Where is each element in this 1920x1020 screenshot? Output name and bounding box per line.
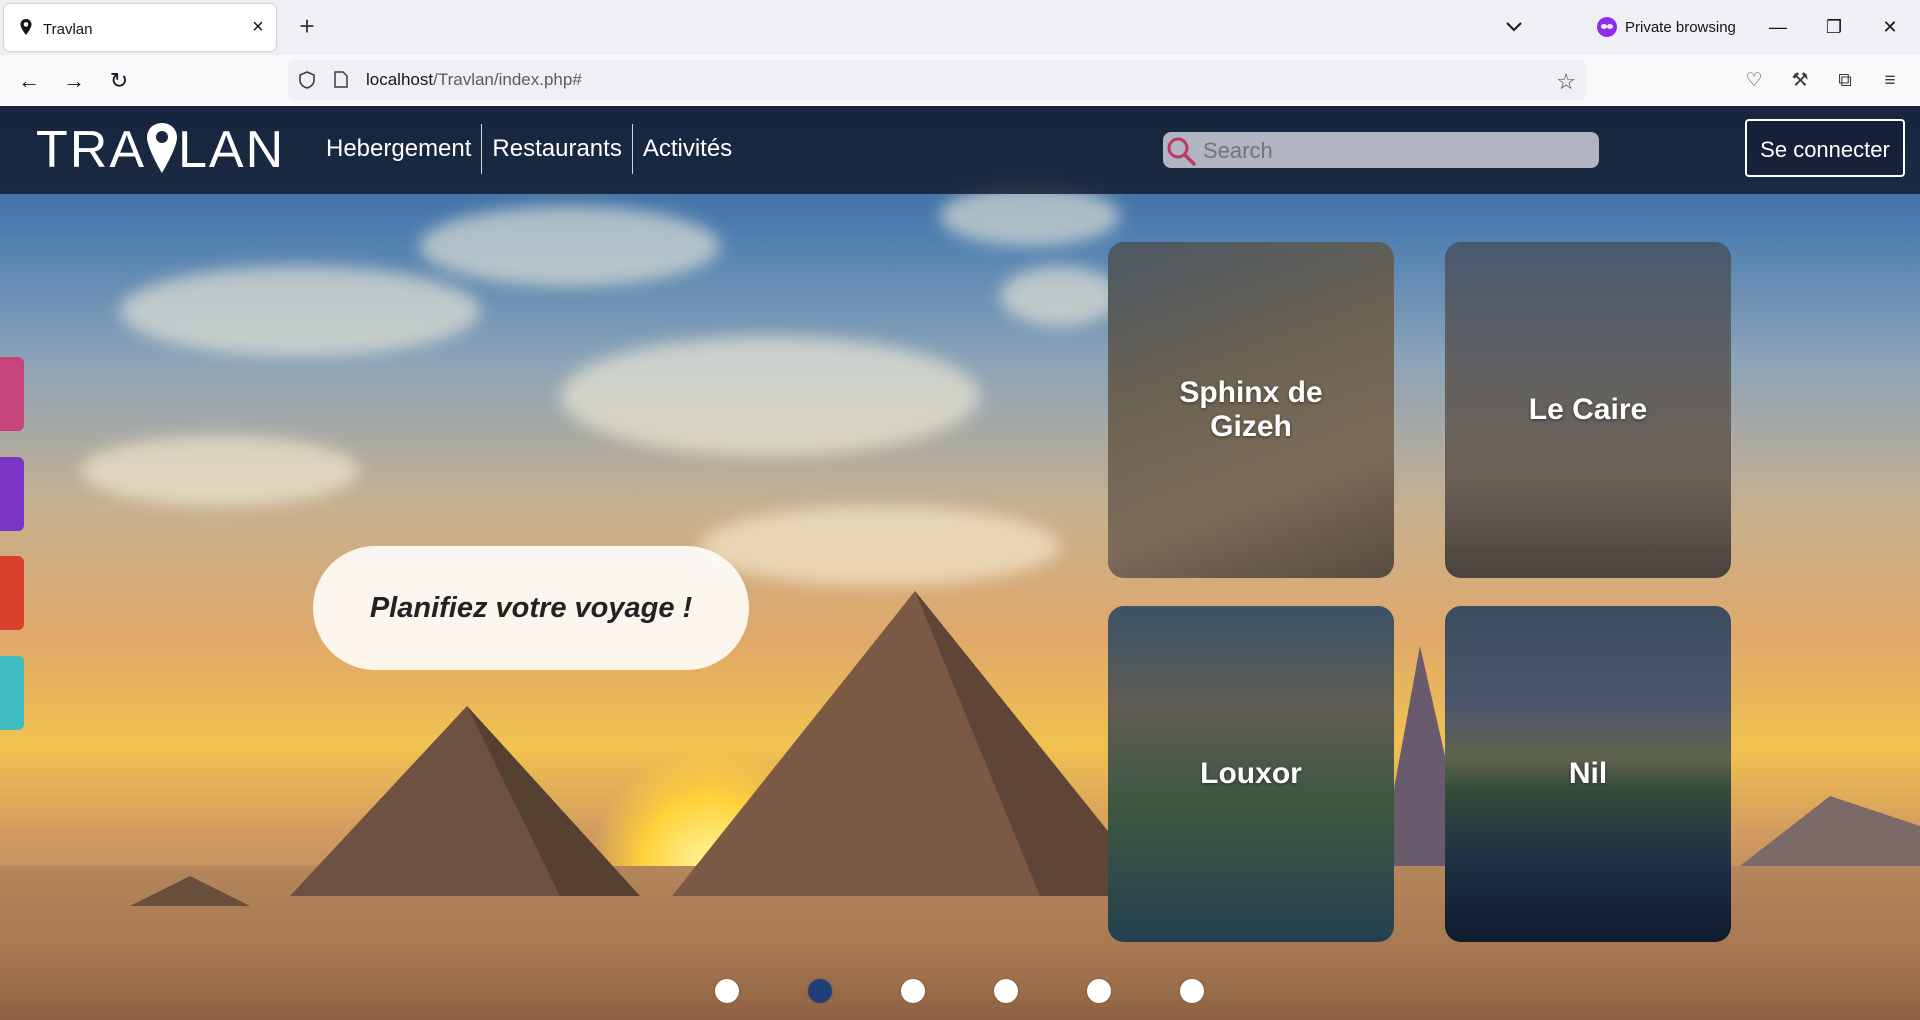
site-search	[1163, 132, 1599, 168]
logo-text-right: LAN	[178, 121, 286, 179]
shield-icon[interactable]	[298, 71, 316, 89]
nav-restaurants[interactable]: Restaurants	[482, 124, 631, 174]
url-path: /Travlan/index.php#	[433, 70, 582, 89]
new-tab-button[interactable]: +	[294, 13, 320, 40]
slider-dots	[0, 979, 1920, 1003]
url-host: localhost	[366, 70, 434, 89]
side-tab-pink[interactable]	[0, 357, 24, 431]
hamburger-menu-icon[interactable]: ≡	[1877, 68, 1903, 94]
private-mask-icon	[1597, 17, 1617, 37]
bookmark-star-icon[interactable]: ☆	[1556, 69, 1576, 95]
main-nav: Hebergement Restaurants Activités	[316, 124, 742, 174]
url-text[interactable]: localhost/Travlan/index.php#	[366, 70, 582, 90]
slider-dot-3[interactable]	[901, 979, 925, 1003]
plan-trip-button[interactable]: Planifiez votre voyage !	[313, 546, 749, 670]
slider-dot-5[interactable]	[1087, 979, 1111, 1003]
browser-nav-bar: ← → ↻ localhost/Travlan/index.php# ☆ ♡ ⚒…	[0, 55, 1920, 107]
side-tab-red[interactable]	[0, 556, 24, 630]
destination-card-louxor[interactable]: Louxor	[1108, 606, 1394, 942]
card-label: Nil	[1568, 757, 1608, 790]
card-label: Le Caire	[1528, 393, 1648, 426]
side-tab-teal[interactable]	[0, 656, 24, 730]
window-close-icon[interactable]: ✕	[1877, 14, 1903, 40]
address-bar[interactable]: localhost/Travlan/index.php# ☆	[288, 60, 1586, 100]
card-label: Sphinx de Gizeh	[1179, 376, 1323, 443]
logo-pin-icon	[147, 123, 177, 173]
restore-icon[interactable]: ❐	[1821, 14, 1847, 40]
search-icon[interactable]	[1165, 135, 1197, 167]
login-button[interactable]: Se connecter	[1745, 119, 1905, 177]
search-input[interactable]	[1201, 137, 1595, 165]
page-icon[interactable]	[334, 71, 348, 88]
slider-dot-4[interactable]	[994, 979, 1018, 1003]
travlan-logo[interactable]: TRA LAN	[36, 120, 285, 180]
private-browsing-label: Private browsing	[1625, 18, 1736, 36]
slider-dot-2[interactable]	[808, 979, 832, 1003]
reload-icon[interactable]: ↻	[106, 68, 132, 94]
logo-text-left: TRA	[36, 121, 146, 179]
side-tab-purple[interactable]	[0, 457, 24, 531]
slider-dot-6[interactable]	[1180, 979, 1204, 1003]
chevron-down-icon[interactable]	[1504, 16, 1524, 36]
tab-title: Travlan	[43, 21, 93, 38]
forward-arrow-icon[interactable]: →	[61, 68, 87, 94]
destination-card-le-caire[interactable]: Le Caire	[1445, 242, 1731, 578]
nav-hebergement[interactable]: Hebergement	[316, 124, 481, 174]
back-arrow-icon[interactable]: ←	[16, 68, 42, 94]
travlan-page: TRA LAN Hebergement Restaurants Activités…	[0, 106, 1920, 1020]
destination-card-nil[interactable]: Nil	[1445, 606, 1731, 942]
browser-tab-bar: Travlan × + Private browsing — ❐ ✕	[0, 0, 1920, 55]
browser-tab[interactable]: Travlan ×	[4, 4, 276, 51]
wrench-icon[interactable]: ⚒	[1787, 68, 1813, 94]
site-header: TRA LAN Hebergement Restaurants Activités…	[0, 106, 1920, 194]
card-label: Louxor	[1200, 757, 1302, 790]
slider-dot-1[interactable]	[715, 979, 739, 1003]
pocket-icon[interactable]: ♡	[1741, 68, 1767, 94]
minimize-icon[interactable]: —	[1765, 14, 1791, 40]
private-browsing-indicator: Private browsing	[1597, 14, 1736, 40]
nav-activites[interactable]: Activités	[633, 124, 742, 174]
map-pin-icon	[20, 19, 32, 35]
extensions-icon[interactable]: ⧉	[1832, 68, 1858, 94]
destination-card-sphinx[interactable]: Sphinx de Gizeh	[1108, 242, 1394, 578]
close-tab-icon[interactable]: ×	[248, 17, 268, 37]
